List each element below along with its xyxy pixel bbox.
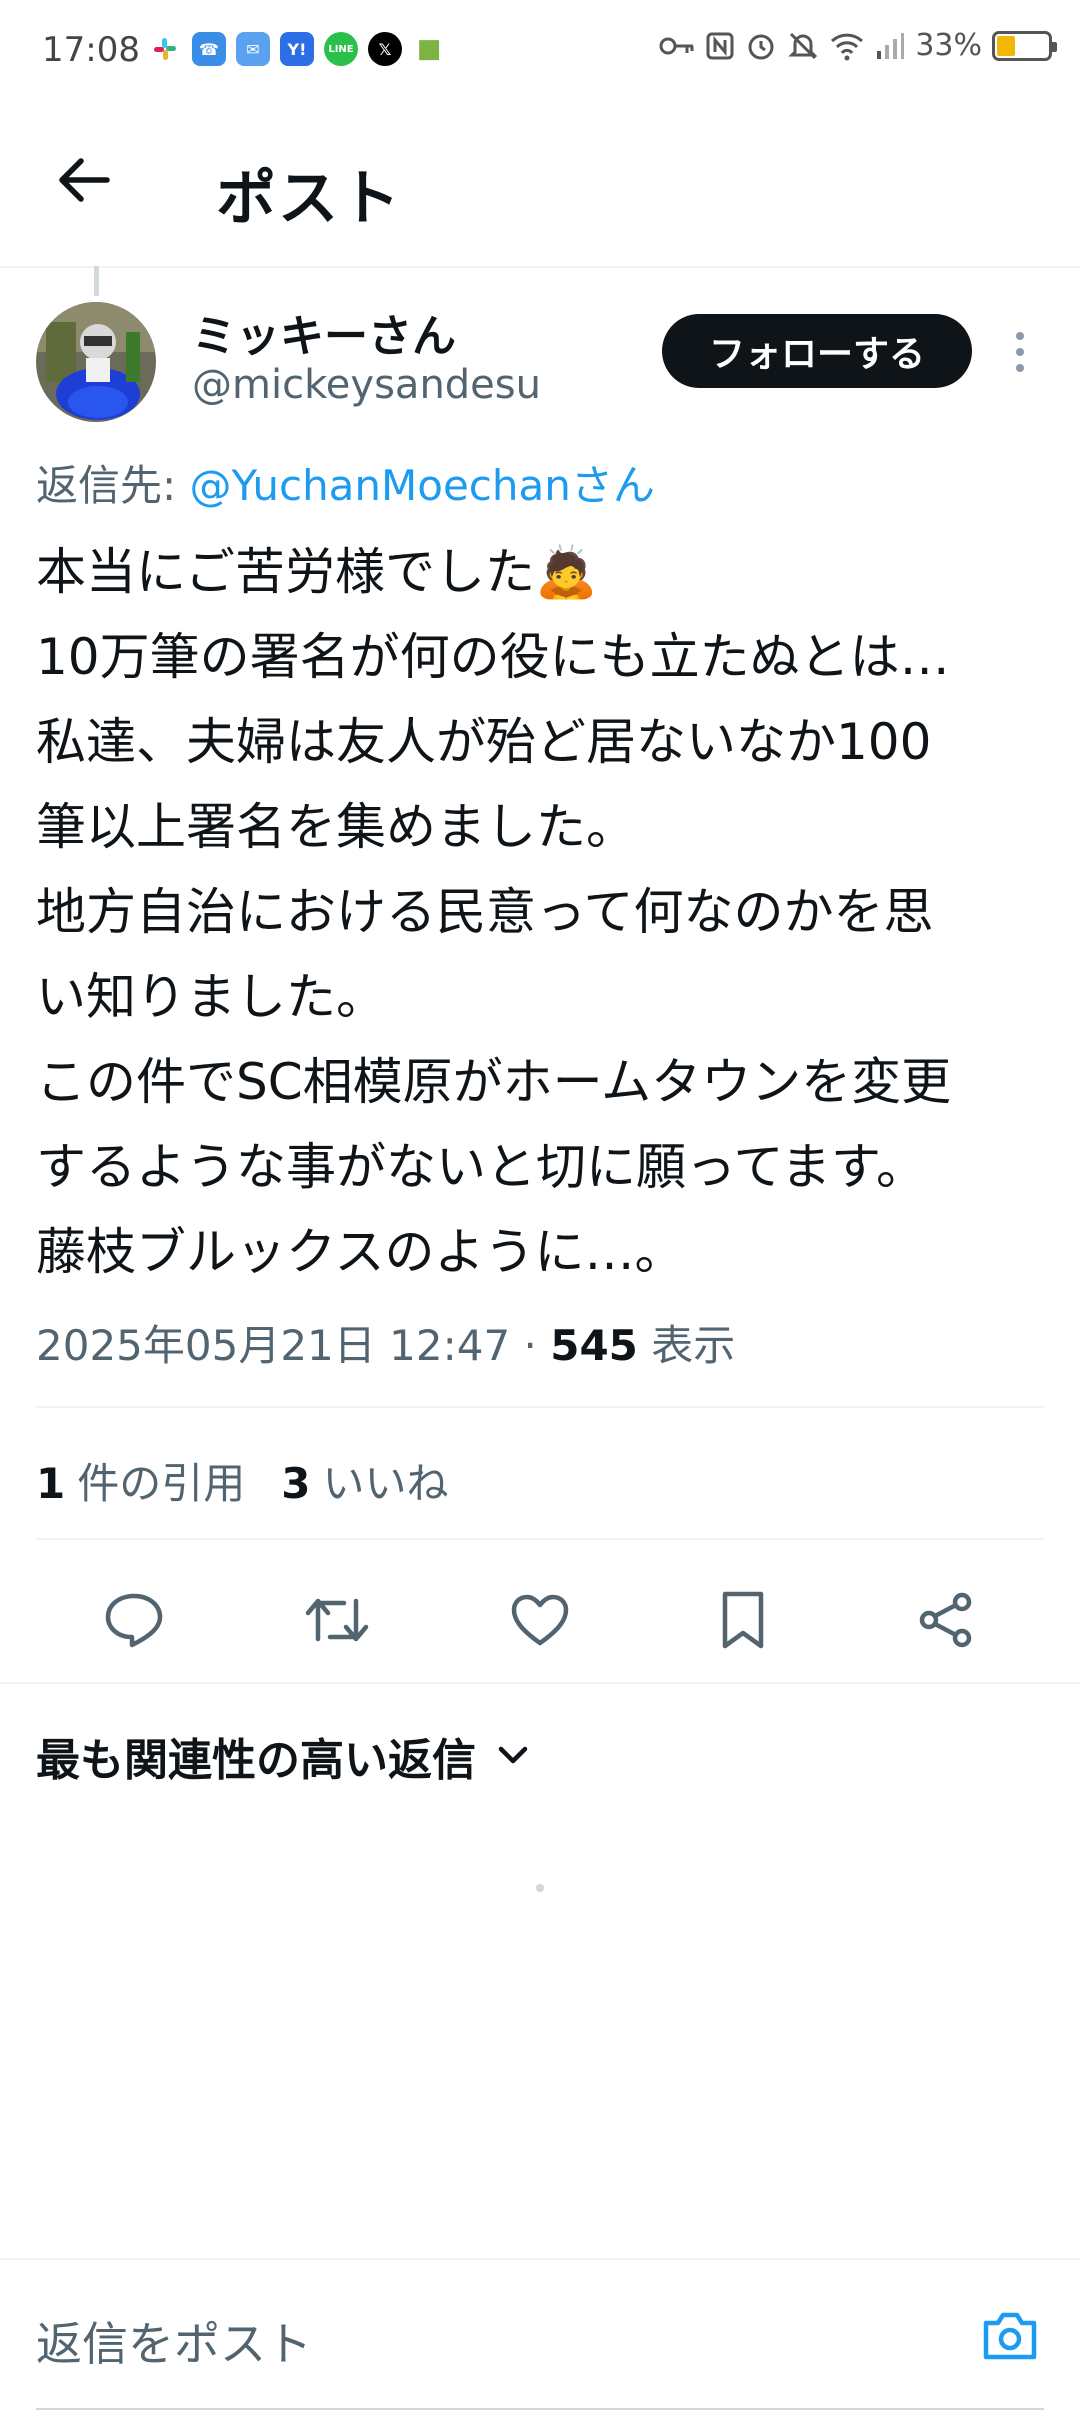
reply-icon — [105, 1593, 162, 1648]
chevron-down-icon — [498, 1746, 528, 1764]
author-name[interactable]: ミッキーさん — [192, 300, 456, 364]
mail-app-icon: ✉ — [236, 32, 270, 66]
replies-sort-label: 最も関連性の高い返信 — [36, 1735, 476, 1786]
retweet-icon — [305, 1598, 369, 1642]
divider — [0, 1682, 1080, 1684]
quotes-stat[interactable]: 1 件の引用 — [36, 1450, 245, 1511]
call-app-icon: ☎ — [192, 32, 226, 66]
reply-to-mention[interactable]: @YuchanMoechanさん — [190, 461, 655, 510]
more-dot — [1016, 332, 1024, 340]
line-icon: LINE — [324, 32, 358, 66]
bookmark-icon — [722, 1591, 764, 1649]
alarm-icon — [748, 34, 774, 59]
status-time: 17:08 — [42, 30, 140, 70]
bookmark-button[interactable] — [703, 1580, 783, 1660]
follow-button[interactable]: フォローする — [662, 314, 972, 388]
battery-icon — [992, 30, 1057, 61]
notification-icons: ☎ ✉ Y! LINE 𝕏 ■ — [148, 32, 446, 66]
camera-icon — [983, 2312, 1037, 2360]
divider — [36, 1538, 1044, 1540]
author-handle[interactable]: @mickeysandesu — [192, 362, 541, 408]
back-button[interactable] — [48, 144, 120, 216]
reply-to-line: 返信先: @YuchanMoechanさん — [36, 452, 655, 513]
slack-icon — [148, 32, 182, 66]
status-bar: 17:08 ☎ ✉ Y! LINE 𝕏 ■ 33% — [0, 0, 1080, 100]
avatar[interactable] — [36, 302, 156, 422]
vpn-key-icon — [659, 37, 694, 54]
more-dot — [1016, 348, 1024, 356]
views-label: 表示 — [637, 1321, 736, 1370]
share-icon — [920, 1592, 972, 1648]
reply-button[interactable] — [94, 1580, 174, 1660]
share-button[interactable] — [906, 1580, 986, 1660]
likes-stat[interactable]: 3 いいね — [281, 1450, 448, 1511]
page-title: ポスト — [216, 164, 402, 234]
likes-count: 3 — [281, 1459, 311, 1508]
tweet-meta: 2025年05月21日 12:47 · 545 表示 — [36, 1312, 735, 1373]
more-options-button[interactable] — [1000, 322, 1040, 382]
like-button[interactable] — [500, 1580, 580, 1660]
retweet-button[interactable] — [297, 1580, 377, 1660]
action-bar — [0, 1560, 1080, 1680]
battery-percent: 33% — [915, 28, 982, 63]
tweet-text: 本当にご苦労様でした🙇 10万筆の署名が何の役にも立たぬとは… 私達、夫婦は友人… — [36, 543, 952, 1281]
camera-button[interactable] — [978, 2306, 1042, 2366]
arrow-left-icon — [59, 158, 110, 202]
signal-icon — [877, 32, 905, 59]
thread-connector-line — [94, 266, 99, 296]
divider — [36, 1406, 1044, 1408]
replies-sort-dropdown[interactable]: 最も関連性の高い返信 — [36, 1724, 530, 1788]
heart-icon — [511, 1594, 569, 1646]
wifi-icon — [831, 33, 864, 60]
likes-label: いいね — [322, 1459, 449, 1508]
android-icon: ■ — [416, 34, 442, 64]
reply-to-prefix: 返信先: — [36, 461, 190, 510]
x-app-icon: 𝕏 — [368, 32, 402, 66]
system-status: 33% — [659, 28, 1057, 63]
loading-indicator — [536, 1884, 544, 1892]
reply-composer: 返信をポスト — [0, 2258, 1080, 2410]
tweet-timestamp[interactable]: 2025年05月21日 12:47 — [36, 1321, 510, 1370]
mute-icon — [788, 32, 818, 59]
quotes-label: 件の引用 — [77, 1459, 246, 1508]
more-dot — [1016, 364, 1024, 372]
views-count: 545 — [550, 1321, 638, 1370]
reply-input[interactable]: 返信をポスト — [36, 2308, 312, 2374]
yahoo-icon: Y! — [280, 32, 314, 66]
quotes-count: 1 — [36, 1459, 66, 1508]
engagement-stats: 1 件の引用 3 いいね — [36, 1450, 449, 1511]
meta-separator: · — [510, 1321, 551, 1370]
top-app-bar: ポスト — [0, 100, 1080, 268]
nfc-icon — [706, 32, 734, 59]
